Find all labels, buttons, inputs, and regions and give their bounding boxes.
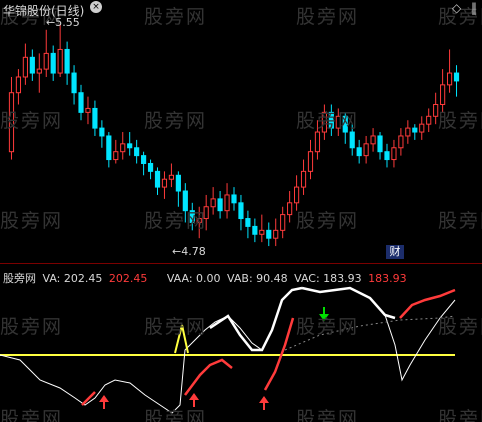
candle-up bbox=[314, 131, 321, 153]
watermark: 股旁网 bbox=[438, 210, 482, 232]
candle-up bbox=[419, 123, 425, 133]
candle-up bbox=[43, 52, 49, 70]
candle-up bbox=[398, 135, 404, 149]
candle-down bbox=[147, 162, 154, 172]
arrow-left-icon: ← bbox=[172, 245, 182, 258]
watermark: 股旁网 bbox=[296, 6, 360, 28]
watermark: 股旁网 bbox=[296, 316, 360, 338]
candle-down bbox=[266, 229, 272, 239]
watermark: 股旁网 bbox=[0, 316, 64, 338]
watermark: 股旁网 bbox=[144, 408, 208, 422]
buy-arrow-icon bbox=[259, 396, 269, 403]
watermark: 股旁网 bbox=[438, 408, 482, 422]
candle-up bbox=[224, 194, 230, 212]
candle-up bbox=[363, 143, 369, 157]
watermark: 股旁网 bbox=[144, 210, 208, 232]
candle-up bbox=[36, 68, 42, 74]
candle-up bbox=[426, 115, 432, 125]
candle-up bbox=[161, 178, 168, 188]
candle-down bbox=[377, 135, 383, 153]
buy-arrow-icon bbox=[99, 395, 109, 402]
candle-down bbox=[64, 48, 70, 74]
oscillator-line bbox=[0, 287, 456, 414]
watermark: 股旁网 bbox=[144, 110, 208, 132]
candle-down bbox=[99, 127, 105, 137]
candle-up bbox=[370, 135, 376, 145]
candle-down bbox=[349, 131, 355, 149]
watermark: 股旁网 bbox=[438, 110, 482, 132]
upper-trend-line bbox=[209, 286, 303, 352]
candle-up bbox=[57, 48, 63, 74]
watermark: 股旁网 bbox=[0, 408, 64, 422]
candle-down bbox=[141, 155, 147, 164]
vab-label: VAB: 90.48 bbox=[227, 272, 288, 285]
close-icon[interactable]: × bbox=[90, 1, 102, 13]
watermark: 股旁网 bbox=[144, 6, 208, 28]
candle-up bbox=[120, 143, 126, 153]
stock-chart-window: 股旁网 股旁网 股旁网 股旁网 股旁网 股旁网 股旁网 股旁网 股旁网 股旁网 … bbox=[0, 0, 482, 422]
indicator-values-bar: 股旁网 VA: 202.45 202.45 VAA: 0.00 VAB: 90.… bbox=[3, 270, 410, 286]
candle-down bbox=[127, 143, 133, 149]
vaa-label: VAA: 0.00 bbox=[166, 272, 221, 285]
candle-down bbox=[71, 72, 77, 94]
candle-up bbox=[273, 229, 279, 239]
indicator-name[interactable]: 股旁网 bbox=[3, 272, 36, 285]
watermark: 股旁网 bbox=[296, 110, 360, 132]
candle-up bbox=[307, 151, 314, 172]
watermark: 股旁网 bbox=[438, 316, 482, 338]
candle-down bbox=[252, 225, 258, 235]
candle-down bbox=[50, 52, 56, 74]
arrow-left-icon: ← bbox=[46, 16, 56, 29]
high-price-label: ←5.55 bbox=[46, 16, 80, 29]
candle-down bbox=[92, 107, 98, 129]
candle-down bbox=[217, 198, 223, 212]
candle-down bbox=[245, 218, 251, 227]
trend-line-segment bbox=[184, 358, 233, 396]
candle-up bbox=[300, 170, 307, 188]
vac-value: 183.93 bbox=[368, 272, 407, 285]
watermark: 股旁网 bbox=[0, 110, 64, 132]
candle-down bbox=[231, 194, 237, 204]
candle-up bbox=[440, 84, 446, 106]
candle-down bbox=[175, 174, 181, 192]
candle-up bbox=[22, 56, 28, 78]
watermark: 股旁网 bbox=[296, 210, 360, 232]
candle-up bbox=[391, 147, 397, 161]
candle-up bbox=[259, 229, 265, 235]
candle-up bbox=[446, 72, 453, 86]
candle-up bbox=[168, 174, 175, 180]
financial-badge[interactable]: 财 bbox=[386, 245, 404, 259]
vac-label: VAC: 183.93 bbox=[294, 272, 362, 285]
candle-down bbox=[238, 202, 244, 220]
candle-up bbox=[293, 186, 300, 204]
candle-down bbox=[384, 151, 390, 161]
chart-canvas bbox=[0, 23, 460, 414]
watermark: 股旁网 bbox=[296, 408, 360, 422]
candle-up bbox=[85, 107, 91, 113]
candle-down bbox=[78, 92, 84, 113]
panel-divider bbox=[0, 263, 482, 264]
candle-up bbox=[405, 127, 411, 137]
candle-up bbox=[287, 202, 293, 216]
candle-down bbox=[412, 127, 418, 133]
candle-down bbox=[453, 72, 460, 82]
low-price-label: ←4.78 bbox=[172, 245, 206, 258]
candle-up bbox=[210, 198, 216, 208]
buy-arrow-icon bbox=[189, 393, 199, 400]
candle-down bbox=[154, 170, 161, 188]
candle-down bbox=[356, 147, 362, 157]
candle-up bbox=[113, 151, 119, 161]
watermark: 股旁网 bbox=[144, 316, 208, 338]
candle-up bbox=[280, 214, 286, 231]
va-value: 202.45 bbox=[108, 272, 148, 285]
toolbar-icons[interactable]: ◇ ‖ bbox=[452, 1, 480, 15]
candle-up bbox=[15, 76, 22, 94]
watermark: 股旁网 bbox=[0, 210, 64, 232]
candle-down bbox=[134, 147, 140, 157]
candle-down bbox=[29, 56, 35, 74]
candle-down bbox=[106, 135, 112, 161]
va-label: VA: 202.45 bbox=[42, 272, 103, 285]
